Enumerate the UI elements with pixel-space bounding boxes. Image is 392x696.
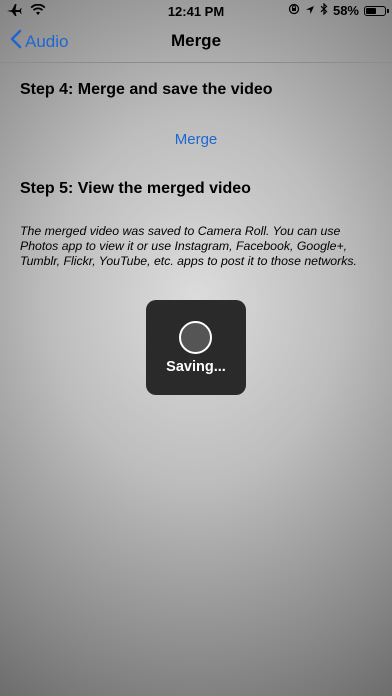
step5-heading: Step 5: View the merged video (20, 180, 251, 197)
status-bar: 12:41 PM 58% (0, 0, 392, 22)
progress-spinner-icon (179, 321, 212, 354)
orientation-lock-icon (288, 3, 300, 18)
status-right: 58% (288, 2, 389, 18)
merge-button[interactable]: Merge (0, 131, 392, 148)
page-title: Merge (170, 31, 222, 50)
nav-divider (0, 62, 392, 63)
step4-heading: Step 4: Merge and save the video (20, 81, 273, 98)
saving-label: Saving... (166, 359, 226, 375)
saving-hud: Saving... (146, 300, 246, 395)
battery-percent: 58% (332, 3, 359, 18)
navigation-bar: Audio Merge (0, 22, 392, 62)
bluetooth-icon (320, 2, 328, 18)
location-arrow-icon (305, 3, 315, 18)
battery-icon (364, 5, 389, 16)
merged-video-description: The merged video was saved to Camera Rol… (20, 224, 357, 268)
battery-level (366, 7, 376, 14)
